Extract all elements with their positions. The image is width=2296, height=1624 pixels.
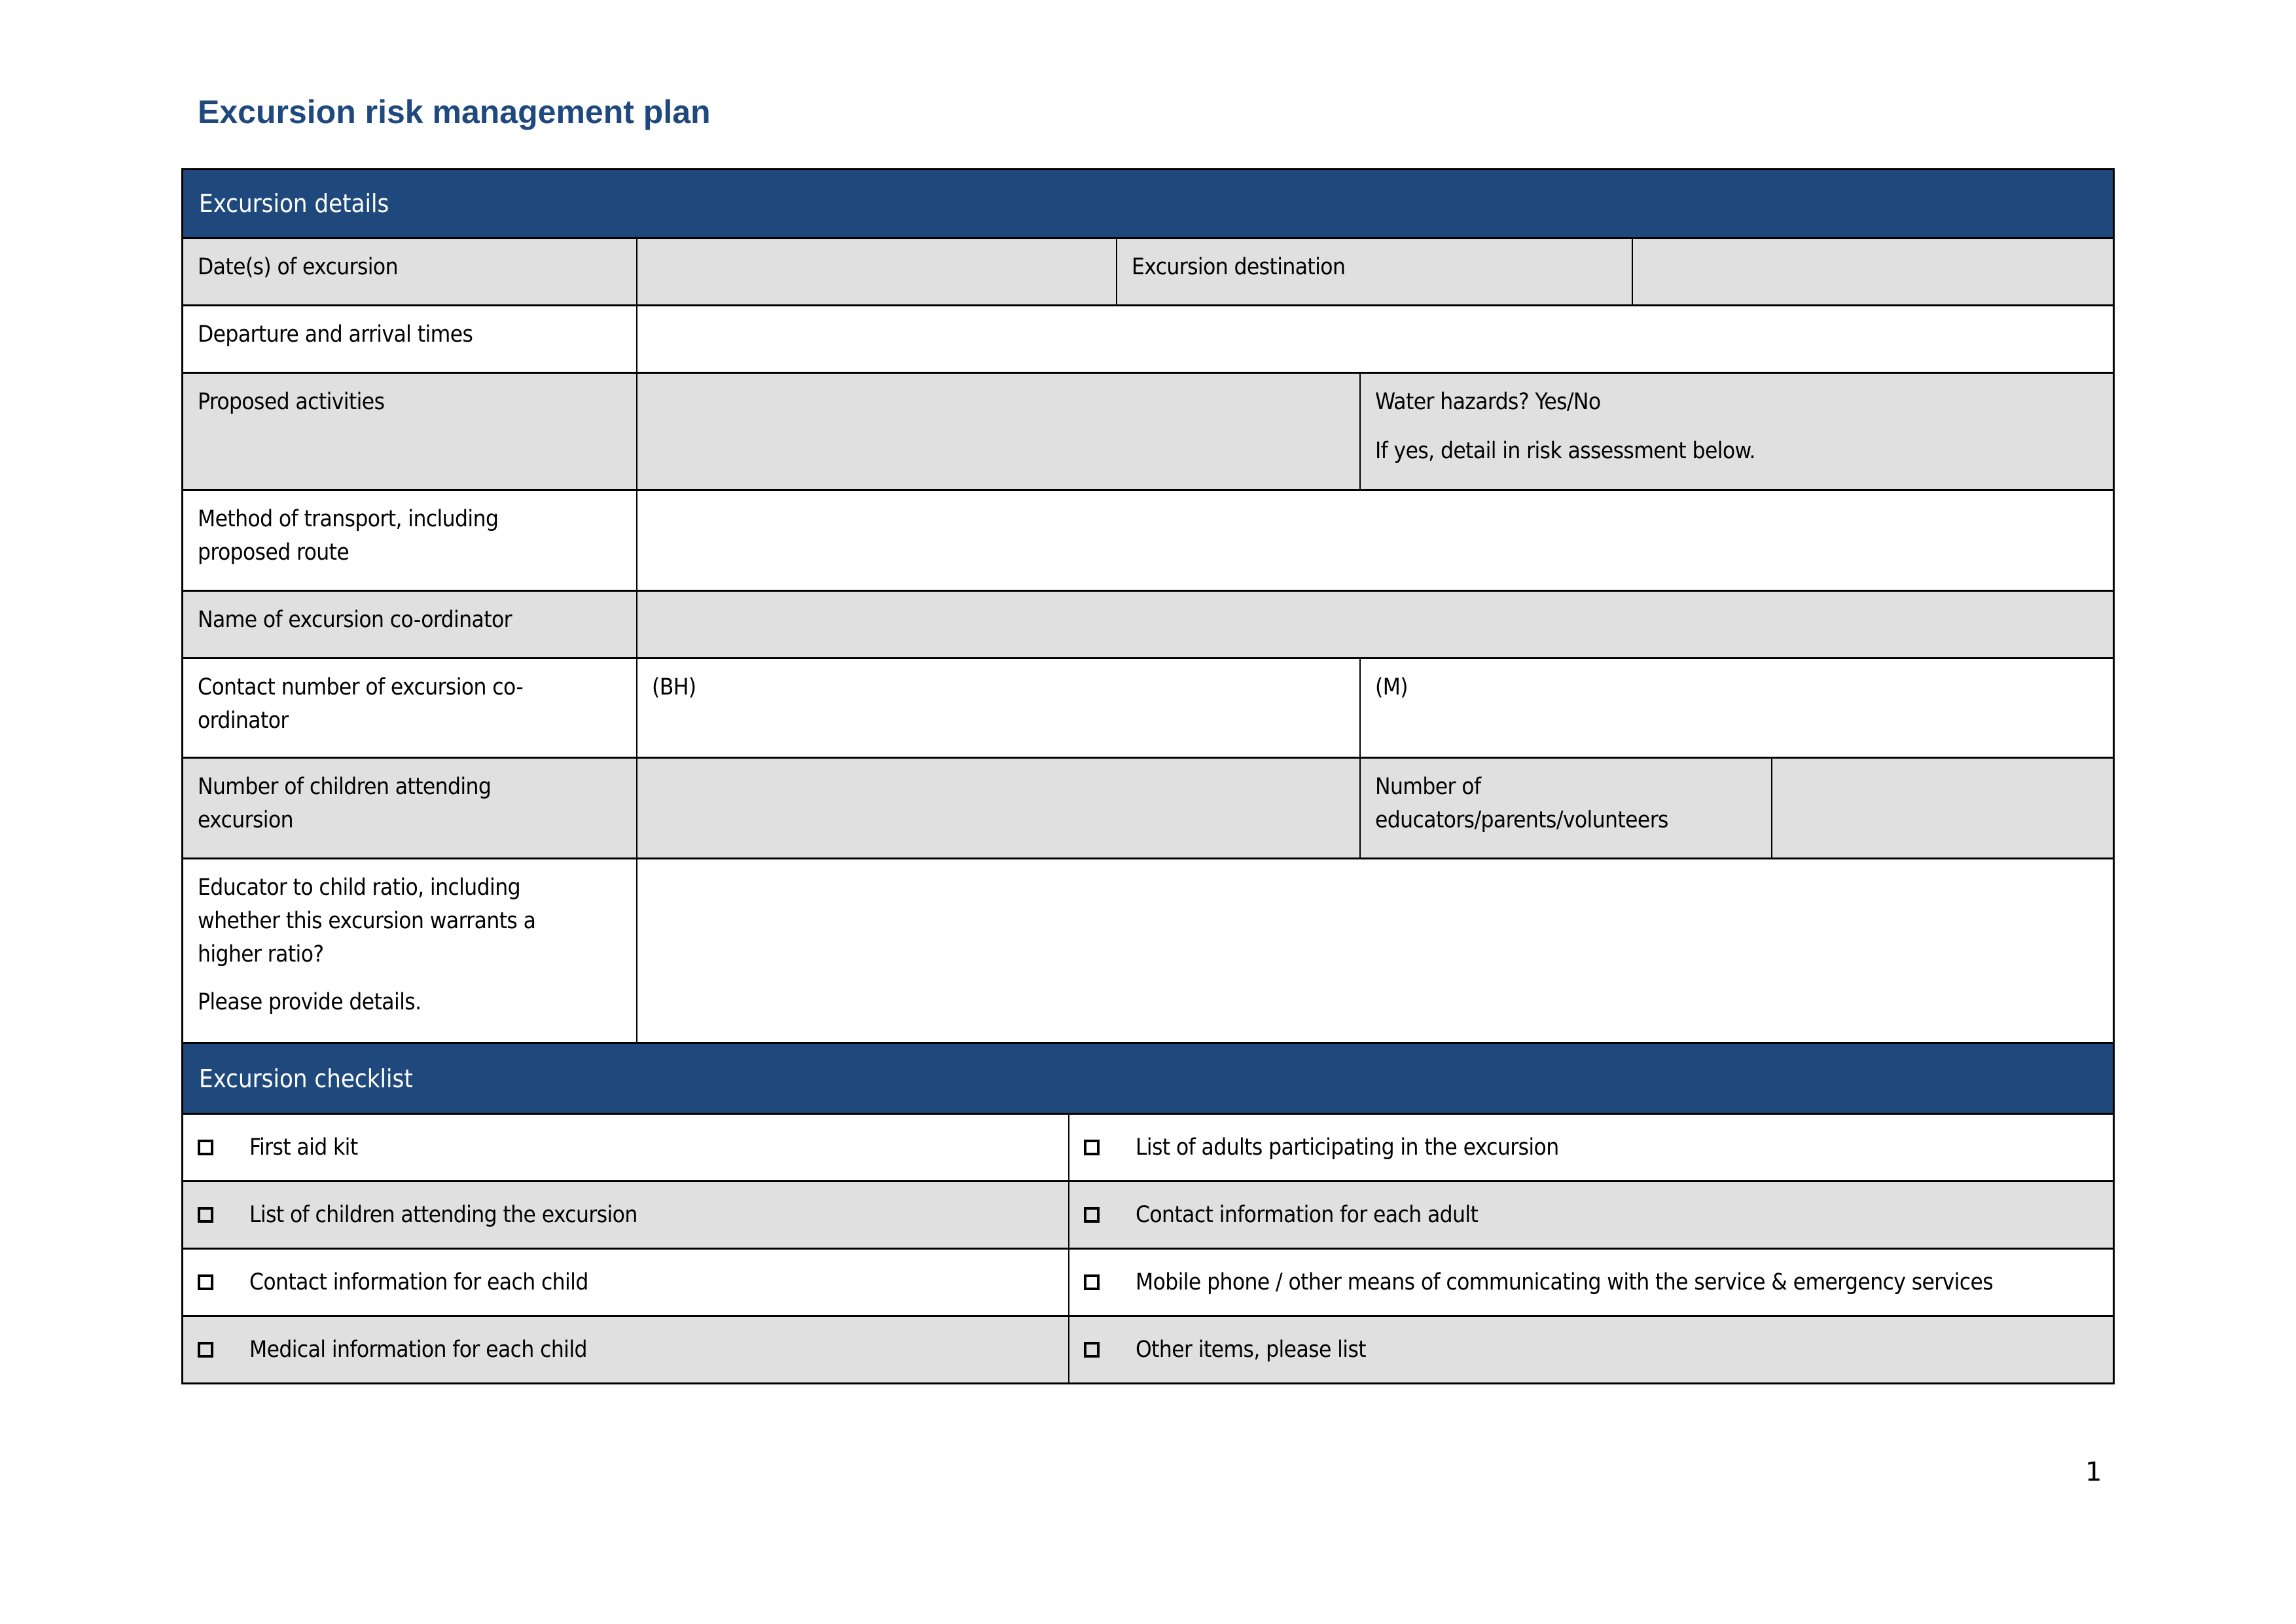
checklist-item-label: List of adults participating in the excu… — [1136, 1134, 1559, 1161]
contact-bh-label: (BH) — [652, 674, 696, 700]
destination-field[interactable] — [1632, 239, 2113, 304]
children-label-line: excursion — [198, 807, 294, 833]
dates-label: Date(s) of excursion — [183, 239, 636, 304]
destination-label-text: Excursion destination — [1132, 254, 1346, 280]
ratio-label: Educator to child ratio, including wheth… — [183, 859, 636, 1042]
checklist-item-children-list[interactable]: List of children attending the excursion — [183, 1182, 1068, 1248]
checkbox-icon[interactable] — [1084, 1140, 1100, 1155]
contact-label-line: ordinator — [198, 708, 289, 734]
adults-label: Number of educators/parents/volunteers — [1359, 759, 1771, 857]
destination-label: Excursion destination — [1116, 239, 1632, 304]
row-contact: Contact number of excursion co- ordinato… — [181, 659, 2115, 759]
ratio-field[interactable] — [636, 859, 2113, 1042]
dates-field[interactable] — [636, 239, 1116, 304]
contact-label-line: Contact number of excursion co- — [198, 674, 524, 700]
adults-label-line: Number of — [1375, 774, 1481, 800]
checkbox-icon[interactable] — [198, 1274, 213, 1290]
section-title: Excursion checklist — [199, 1064, 413, 1093]
row-attendance: Number of children attending excursion N… — [181, 759, 2115, 859]
checklist-item-label: Contact information for each adult — [1136, 1201, 1479, 1228]
checklist-item-child-contacts[interactable]: Contact information for each child — [183, 1250, 1068, 1315]
children-count-field[interactable] — [636, 759, 1359, 857]
ratio-label-line: Please provide details. — [198, 989, 422, 1015]
children-label-line: Number of children attending — [198, 774, 492, 800]
transport-label-line: Method of transport, including — [198, 506, 499, 532]
contact-bh-field[interactable]: (BH) — [636, 659, 1359, 757]
contact-mobile-field[interactable]: (M) — [1359, 659, 2113, 757]
checklist-row: First aid kit List of adults participati… — [181, 1115, 2115, 1182]
children-label: Number of children attending excursion — [183, 759, 636, 857]
ratio-label-line: whether this excursion warrants a — [198, 908, 536, 934]
page-number: 1 — [2085, 1457, 2102, 1487]
times-label: Departure and arrival times — [183, 306, 636, 372]
checkbox-icon[interactable] — [198, 1140, 213, 1155]
ratio-label-line: higher ratio? — [198, 941, 324, 967]
checkbox-icon[interactable] — [1084, 1207, 1100, 1223]
checklist-item-label: List of children attending the excursion — [249, 1201, 637, 1228]
transport-label-line: proposed route — [198, 539, 350, 566]
checklist-item-adults-list[interactable]: List of adults participating in the excu… — [1068, 1115, 2113, 1180]
checklist-row: List of children attending the excursion… — [181, 1182, 2115, 1250]
checklist-item-other-items[interactable]: Other items, please list — [1068, 1317, 2113, 1382]
activities-label-text: Proposed activities — [198, 389, 385, 415]
row-coordinator: Name of excursion co-ordinator — [181, 592, 2115, 659]
page-title: Excursion risk management plan — [198, 94, 711, 130]
transport-field[interactable] — [636, 491, 2113, 590]
row-activities: Proposed activities Water hazards? Yes/N… — [181, 374, 2115, 491]
checklist-item-label: Mobile phone / other means of communicat… — [1136, 1269, 1994, 1295]
checkbox-icon[interactable] — [1084, 1342, 1100, 1358]
coordinator-field[interactable] — [636, 592, 2113, 657]
contact-mobile-label: (M) — [1375, 674, 1408, 700]
checklist-item-adult-contacts[interactable]: Contact information for each adult — [1068, 1182, 2113, 1248]
activities-field[interactable] — [636, 374, 1359, 489]
adults-count-field[interactable] — [1771, 759, 2113, 857]
adults-label-line: educators/parents/volunteers — [1375, 807, 1668, 833]
risk-plan-table: Excursion details Date(s) of excursion E… — [181, 168, 2115, 1384]
water-hazards-note: If yes, detail in risk assessment below. — [1375, 438, 1755, 464]
row-times: Departure and arrival times — [181, 306, 2115, 374]
row-ratio: Educator to child ratio, including wheth… — [181, 859, 2115, 1044]
coordinator-label: Name of excursion co-ordinator — [183, 592, 636, 657]
coordinator-label-text: Name of excursion co-ordinator — [198, 607, 512, 633]
checklist-row: Medical information for each child Other… — [181, 1317, 2115, 1384]
checkbox-icon[interactable] — [1084, 1274, 1100, 1290]
section-header-excursion-details: Excursion details — [181, 168, 2115, 239]
checklist-item-label: First aid kit — [249, 1134, 358, 1161]
section-title: Excursion details — [199, 189, 389, 218]
checklist-item-mobile-phone[interactable]: Mobile phone / other means of communicat… — [1068, 1250, 2113, 1315]
ratio-label-line: Educator to child ratio, including — [198, 875, 521, 901]
activities-label: Proposed activities — [183, 374, 636, 489]
checklist-item-label: Other items, please list — [1136, 1336, 1367, 1363]
times-field[interactable] — [636, 306, 2113, 372]
checkbox-icon[interactable] — [198, 1342, 213, 1358]
dates-label-text: Date(s) of excursion — [198, 254, 399, 280]
times-label-text: Departure and arrival times — [198, 321, 473, 348]
checklist-item-label: Contact information for each child — [249, 1269, 588, 1295]
row-dates: Date(s) of excursion Excursion destinati… — [181, 239, 2115, 306]
water-hazards-label: Water hazards? Yes/No — [1375, 389, 1601, 415]
transport-label: Method of transport, including proposed … — [183, 491, 636, 590]
checklist-item-medical-info[interactable]: Medical information for each child — [183, 1317, 1068, 1382]
contact-label: Contact number of excursion co- ordinato… — [183, 659, 636, 757]
checklist-item-label: Medical information for each child — [249, 1336, 587, 1363]
checkbox-icon[interactable] — [198, 1207, 213, 1223]
checklist-item-first-aid-kit[interactable]: First aid kit — [183, 1115, 1068, 1180]
row-transport: Method of transport, including proposed … — [181, 491, 2115, 592]
water-hazards-cell[interactable]: Water hazards? Yes/No If yes, detail in … — [1359, 374, 2113, 489]
checklist-row: Contact information for each child Mobil… — [181, 1250, 2115, 1317]
section-header-excursion-checklist: Excursion checklist — [181, 1044, 2115, 1115]
